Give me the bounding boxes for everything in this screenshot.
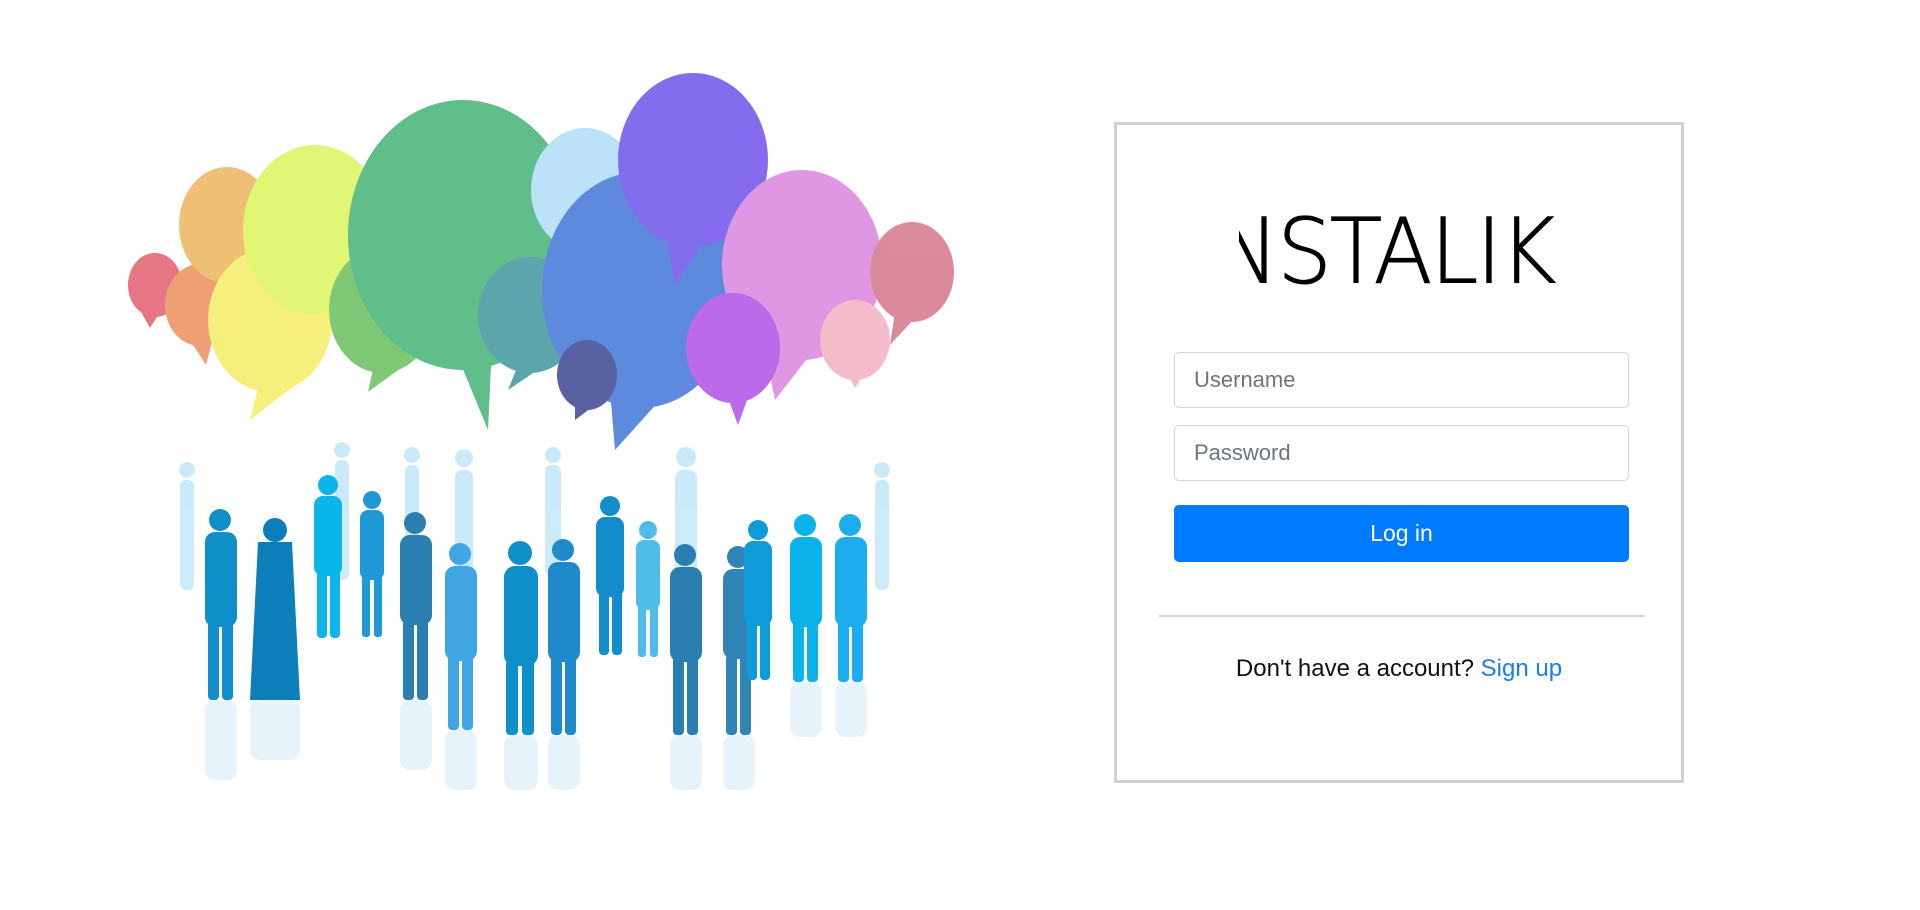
logo-text: INSTALIKE <box>1239 199 1559 304</box>
speech-bubbles-crowd-image <box>128 73 954 790</box>
login-page: INSTALIKE Log in Don't have a account? S… <box>0 0 1920 910</box>
hero-illustration <box>120 60 980 840</box>
app-logo: INSTALIKE <box>1117 190 1681 306</box>
signup-link[interactable]: Sign up <box>1481 655 1562 682</box>
signup-prompt-row: Don't have a account? Sign up <box>1117 655 1681 683</box>
divider <box>1159 615 1645 617</box>
signup-prompt-text: Don't have a account? <box>1235 655 1474 682</box>
login-button[interactable]: Log in <box>1174 505 1629 562</box>
username-input[interactable] <box>1174 352 1629 408</box>
instalike-logo: INSTALIKE <box>1239 198 1559 305</box>
login-card: INSTALIKE Log in Don't have a account? S… <box>1114 122 1684 783</box>
password-input[interactable] <box>1174 425 1629 481</box>
